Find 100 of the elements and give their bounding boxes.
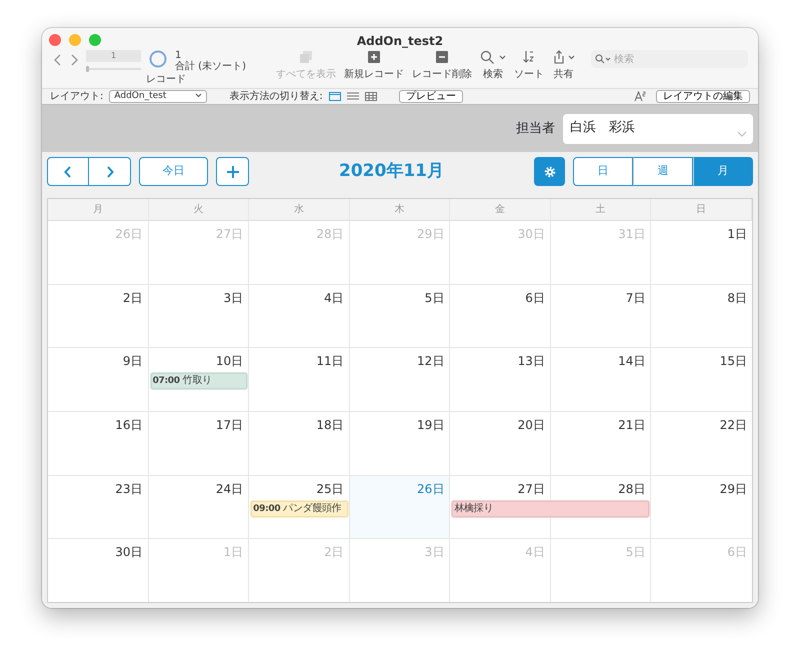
record-total: 1 bbox=[175, 50, 182, 61]
day-number: 1日 bbox=[224, 544, 244, 562]
window-control[interactable] bbox=[89, 34, 101, 46]
day-number: 28日 bbox=[618, 480, 646, 498]
weekday-label: 金 bbox=[450, 199, 551, 221]
record-label: レコード bbox=[146, 73, 186, 87]
day-number: 20日 bbox=[518, 417, 545, 434]
day-number: 3日 bbox=[424, 544, 444, 562]
next-button[interactable] bbox=[89, 157, 131, 186]
view-tab[interactable]: 日 bbox=[573, 157, 633, 186]
day-number: 4日 bbox=[525, 544, 545, 562]
day-number: 5日 bbox=[626, 544, 646, 562]
day-number: 18日 bbox=[316, 417, 344, 434]
toolbar-button-label[interactable]: 検索 bbox=[483, 67, 503, 82]
today-button[interactable]: 今日 bbox=[139, 157, 208, 186]
chevron-left-icon bbox=[64, 166, 72, 178]
view-switch-label: 表示方法の切り替え: bbox=[229, 90, 323, 104]
day-number: 4日 bbox=[324, 290, 344, 307]
progress-ring-icon bbox=[149, 50, 167, 68]
plus-icon bbox=[226, 164, 240, 178]
day-number: 16日 bbox=[115, 417, 143, 434]
calendar-event[interactable]: 09:00 パンダ饅頭作 bbox=[250, 500, 349, 518]
minus-square-icon[interactable] bbox=[435, 50, 449, 64]
form-view-icon[interactable] bbox=[328, 91, 341, 102]
day-number: 12日 bbox=[417, 353, 444, 370]
day-number: 23日 bbox=[115, 480, 143, 498]
previous-button[interactable] bbox=[47, 157, 89, 186]
sort-status: 合計 (未ソート) bbox=[175, 61, 246, 72]
edit-layout-button[interactable]: レイアウトの編集 bbox=[656, 90, 750, 103]
weekday-label: 土 bbox=[550, 199, 652, 221]
view-tab[interactable]: 月 bbox=[693, 157, 753, 186]
day-number: 27日 bbox=[216, 226, 244, 243]
weekday-label: 月 bbox=[48, 199, 149, 221]
day-number: 28日 bbox=[316, 226, 344, 243]
day-number: 29日 bbox=[417, 226, 444, 243]
day-number: 22日 bbox=[720, 417, 747, 434]
day-number: 8日 bbox=[727, 290, 747, 307]
day-number: 10日 bbox=[216, 353, 244, 370]
day-number: 1日 bbox=[727, 226, 747, 243]
field-label: 担当者 bbox=[516, 120, 555, 138]
settings-icon bbox=[544, 166, 556, 178]
forward-icon[interactable] bbox=[70, 54, 78, 66]
add-button[interactable] bbox=[216, 157, 249, 186]
chevron-down-icon bbox=[737, 130, 747, 136]
layout-label: レイアウト: bbox=[50, 90, 104, 104]
list-view-icon[interactable] bbox=[346, 91, 359, 102]
record-number-field[interactable]: 1 bbox=[86, 50, 141, 62]
view-tab[interactable]: 週 bbox=[633, 157, 693, 186]
day-number: 29日 bbox=[720, 480, 747, 498]
day-number: 27日 bbox=[518, 480, 545, 498]
day-number: 17日 bbox=[216, 417, 244, 434]
weekday-label: 水 bbox=[249, 199, 350, 221]
day-number: 3日 bbox=[224, 290, 244, 307]
preview-button[interactable]: プレビュー bbox=[398, 90, 463, 103]
slider-thumb[interactable] bbox=[86, 66, 89, 72]
back-icon[interactable] bbox=[54, 54, 62, 66]
day-number: 30日 bbox=[518, 226, 545, 243]
day-number: 14日 bbox=[618, 353, 646, 370]
day-number: 11日 bbox=[316, 353, 344, 370]
weekday-label: 木 bbox=[350, 199, 450, 221]
chevron-right-icon bbox=[106, 166, 114, 178]
sort-icon[interactable] bbox=[522, 50, 536, 64]
day-number: 13日 bbox=[518, 353, 545, 370]
text-size-icon[interactable] bbox=[634, 91, 646, 102]
weekday-label: 日 bbox=[651, 199, 752, 221]
window-control[interactable] bbox=[49, 34, 61, 46]
calendar-event[interactable]: 林檎採り bbox=[451, 500, 650, 518]
day-number: 6日 bbox=[727, 544, 747, 562]
day-number: 19日 bbox=[417, 417, 444, 434]
staff-dropdown[interactable]: 白浜 彩浜 bbox=[563, 114, 753, 144]
settings-button[interactable] bbox=[534, 157, 565, 186]
share-icon[interactable] bbox=[552, 50, 575, 64]
day-number: 31日 bbox=[618, 226, 646, 243]
weekday-label: 火 bbox=[148, 199, 250, 221]
day-number: 5日 bbox=[424, 290, 444, 307]
day-number: 9日 bbox=[122, 353, 143, 370]
window-title: AddOn_test2 bbox=[356, 34, 444, 48]
day-number: 26日 bbox=[417, 480, 444, 498]
day-number: 6日 bbox=[525, 290, 545, 307]
toolbar-button-label[interactable]: レコード削除 bbox=[412, 67, 472, 82]
search-placeholder: 検索 bbox=[614, 52, 634, 66]
day-number: 7日 bbox=[626, 290, 646, 307]
day-number: 21日 bbox=[618, 417, 646, 434]
day-number: 25日 bbox=[316, 480, 344, 498]
search-icon[interactable] bbox=[480, 50, 506, 64]
calendar-event[interactable]: 07:00 竹取り bbox=[150, 372, 248, 390]
day-number: 2日 bbox=[122, 290, 143, 307]
day-number: 24日 bbox=[216, 480, 244, 498]
day-number: 15日 bbox=[720, 353, 747, 370]
day-number: 2日 bbox=[324, 544, 344, 562]
day-number: 26日 bbox=[115, 226, 143, 243]
day-number: 30日 bbox=[115, 544, 143, 562]
toolbar-button-label[interactable]: 共有 bbox=[554, 67, 574, 82]
calendar-title: 2020年11月 bbox=[338, 160, 445, 183]
table-view-icon[interactable] bbox=[364, 91, 377, 102]
plus-square-icon[interactable] bbox=[367, 50, 381, 64]
toolbar-button-label[interactable]: ソート bbox=[514, 67, 544, 82]
layout-dropdown[interactable]: AddOn_test bbox=[109, 90, 208, 103]
toolbar-button-label[interactable]: 新規レコード bbox=[344, 67, 404, 82]
search-icon bbox=[595, 54, 611, 64]
